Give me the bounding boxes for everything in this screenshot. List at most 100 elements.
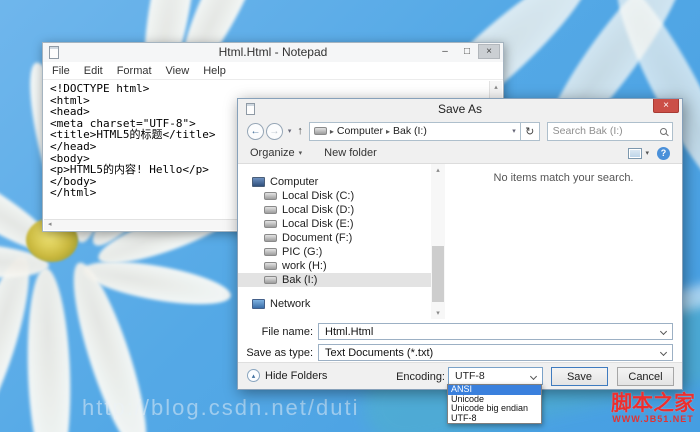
encoding-combobox[interactable]: UTF-8 <box>448 367 543 385</box>
organize-label: Organize <box>250 147 295 159</box>
recent-locations-caret-icon[interactable]: ▾ <box>288 127 292 135</box>
menu-edit[interactable]: Edit <box>77 65 110 77</box>
empty-search-message: No items match your search. <box>494 172 634 184</box>
view-caret-icon: ▾ <box>645 149 649 157</box>
drive-icon <box>264 192 277 200</box>
notepad-minimize-button[interactable]: – <box>434 44 456 59</box>
drive-icon <box>264 206 277 214</box>
tree-item-local-disk-e[interactable]: Local Disk (E:) <box>238 217 431 231</box>
breadcrumb-item-bak-i[interactable]: Bak (I:) <box>393 125 427 137</box>
file-fields: File name: Html.Html Save as type: Text … <box>238 319 682 363</box>
notepad-close-button[interactable]: × <box>478 44 500 59</box>
search-box[interactable] <box>547 122 673 141</box>
code-line: <!DOCTYPE html> <box>50 83 489 95</box>
tree-item-label: Local Disk (C:) <box>282 190 354 202</box>
tree-item-pic-g[interactable]: PIC (G:) <box>238 245 431 259</box>
tree-item-bak-i[interactable]: Bak (I:) <box>238 273 431 287</box>
back-button[interactable]: ← <box>247 123 264 140</box>
command-toolbar: Organize ▾ New folder ▾ ? <box>238 143 682 164</box>
drive-icon <box>264 220 277 228</box>
change-view-button[interactable]: ▾ <box>628 148 649 159</box>
save-as-title: Save As <box>238 102 682 116</box>
desktop: http://blog.csdn.net/duti 脚本之家 WWW.JB51.… <box>0 0 700 432</box>
notepad-maximize-button[interactable]: □ <box>456 44 478 59</box>
hide-folders-arrow-icon: ▴ <box>247 369 260 382</box>
search-icon <box>660 128 667 135</box>
address-caret-icon[interactable]: ▾ <box>512 127 516 135</box>
cancel-button[interactable]: Cancel <box>617 367 674 386</box>
hide-folders-label: Hide Folders <box>265 370 327 382</box>
navigation-bar: ← → ▾ ↑ ▸Computer▸Bak (I:) ▾ ↻ <box>238 119 682 143</box>
encoding-option-ansi[interactable]: ANSI <box>448 385 541 395</box>
breadcrumb-item-computer[interactable]: Computer <box>337 125 383 137</box>
save-as-titlebar[interactable]: Save As × <box>238 99 682 119</box>
navigation-pane: Computer Local Disk (C:) Local Disk (D:) L… <box>238 164 431 319</box>
encoding-label: Encoding: <box>386 371 445 383</box>
network-icon <box>252 299 265 309</box>
view-icon <box>628 148 642 159</box>
dialog-content: Computer Local Disk (C:) Local Disk (D:) L… <box>238 164 682 319</box>
scroll-up-icon[interactable]: ▴ <box>431 166 445 174</box>
encoding-dropdown-list: ANSIUnicodeUnicode big endianUTF-8 <box>447 384 542 424</box>
scroll-down-icon[interactable]: ▾ <box>431 309 445 317</box>
drive-icon <box>264 234 277 242</box>
drive-icon <box>264 248 277 256</box>
save-as-type-label: Save as type: <box>238 347 318 359</box>
encoding-option-utf-8[interactable]: UTF-8 <box>448 414 541 424</box>
up-button[interactable]: ↑ <box>297 125 303 137</box>
file-name-combobox[interactable]: Html.Html <box>318 323 673 340</box>
notepad-titlebar[interactable]: Html.Html - Notepad – □ × <box>43 43 503 62</box>
encoding-option-unicode-big-endian[interactable]: Unicode big endian <box>448 404 541 414</box>
file-name-label: File name: <box>238 326 318 338</box>
organize-button[interactable]: Organize ▾ <box>250 147 302 159</box>
tree-scrollbar[interactable]: ▴ ▾ <box>431 164 445 319</box>
notepad-menubar: FileEditFormatViewHelp <box>43 62 503 80</box>
scroll-up-icon[interactable]: ▴ <box>494 84 498 91</box>
address-bar[interactable]: ▸Computer▸Bak (I:) ▾ <box>309 122 521 141</box>
hide-folders-button[interactable]: ▴ Hide Folders <box>247 369 327 382</box>
tree-item-local-disk-c[interactable]: Local Disk (C:) <box>238 189 431 203</box>
breadcrumb: ▸Computer▸Bak (I:) <box>330 125 427 137</box>
scroll-left-icon[interactable]: ◂ <box>48 221 52 228</box>
file-list-pane[interactable]: No items match your search. <box>445 164 682 319</box>
save-as-type-combobox[interactable]: Text Documents (*.txt) <box>318 344 673 361</box>
scrollbar-thumb[interactable] <box>432 246 444 302</box>
help-icon[interactable]: ? <box>657 147 670 160</box>
menu-view[interactable]: View <box>159 65 197 77</box>
encoding-option-unicode[interactable]: Unicode <box>448 395 541 405</box>
save-as-dialog: Save As × ← → ▾ ↑ ▸Computer▸Bak (I:) ▾ ↻… <box>237 98 683 390</box>
new-folder-button[interactable]: New folder <box>324 147 377 159</box>
save-as-close-button[interactable]: × <box>653 99 679 113</box>
site-logo: 脚本之家 WWW.JB51.NET <box>607 393 699 424</box>
save-button[interactable]: Save <box>551 367 608 386</box>
file-name-value: Html.Html <box>325 326 373 338</box>
daisy-petal <box>24 267 73 432</box>
tree-item-label: Local Disk (E:) <box>282 218 354 230</box>
chevron-down-icon[interactable] <box>530 372 537 379</box>
encoding-value: UTF-8 <box>455 370 485 382</box>
refresh-button[interactable]: ↻ <box>521 122 540 141</box>
tree-item-work-h[interactable]: work (H:) <box>238 259 431 273</box>
tree-item-label: Local Disk (D:) <box>282 204 354 216</box>
tree-item-computer[interactable]: Computer <box>238 175 431 189</box>
chevron-down-icon[interactable] <box>660 349 667 356</box>
site-logo-title: 脚本之家 <box>607 393 699 414</box>
chevron-down-icon[interactable] <box>660 328 667 335</box>
drive-icon <box>314 127 327 135</box>
search-input[interactable] <box>553 125 653 137</box>
menu-help[interactable]: Help <box>196 65 233 77</box>
save-as-type-value: Text Documents (*.txt) <box>325 347 433 359</box>
tree-item-label: Document (F:) <box>282 232 352 244</box>
watermark-url: http://blog.csdn.net/duti <box>82 395 360 421</box>
breadcrumb-separator-icon: ▸ <box>386 127 390 136</box>
forward-button: → <box>266 123 283 140</box>
computer-icon <box>252 177 265 187</box>
menu-format[interactable]: Format <box>110 65 159 77</box>
tree-item-label: Network <box>270 298 310 310</box>
tree-item-network[interactable]: Network <box>238 297 431 311</box>
tree-item-label: work (H:) <box>282 260 327 272</box>
menu-file[interactable]: File <box>45 65 77 77</box>
drive-icon <box>264 262 277 270</box>
tree-item-document-f[interactable]: Document (F:) <box>238 231 431 245</box>
tree-item-local-disk-d[interactable]: Local Disk (D:) <box>238 203 431 217</box>
